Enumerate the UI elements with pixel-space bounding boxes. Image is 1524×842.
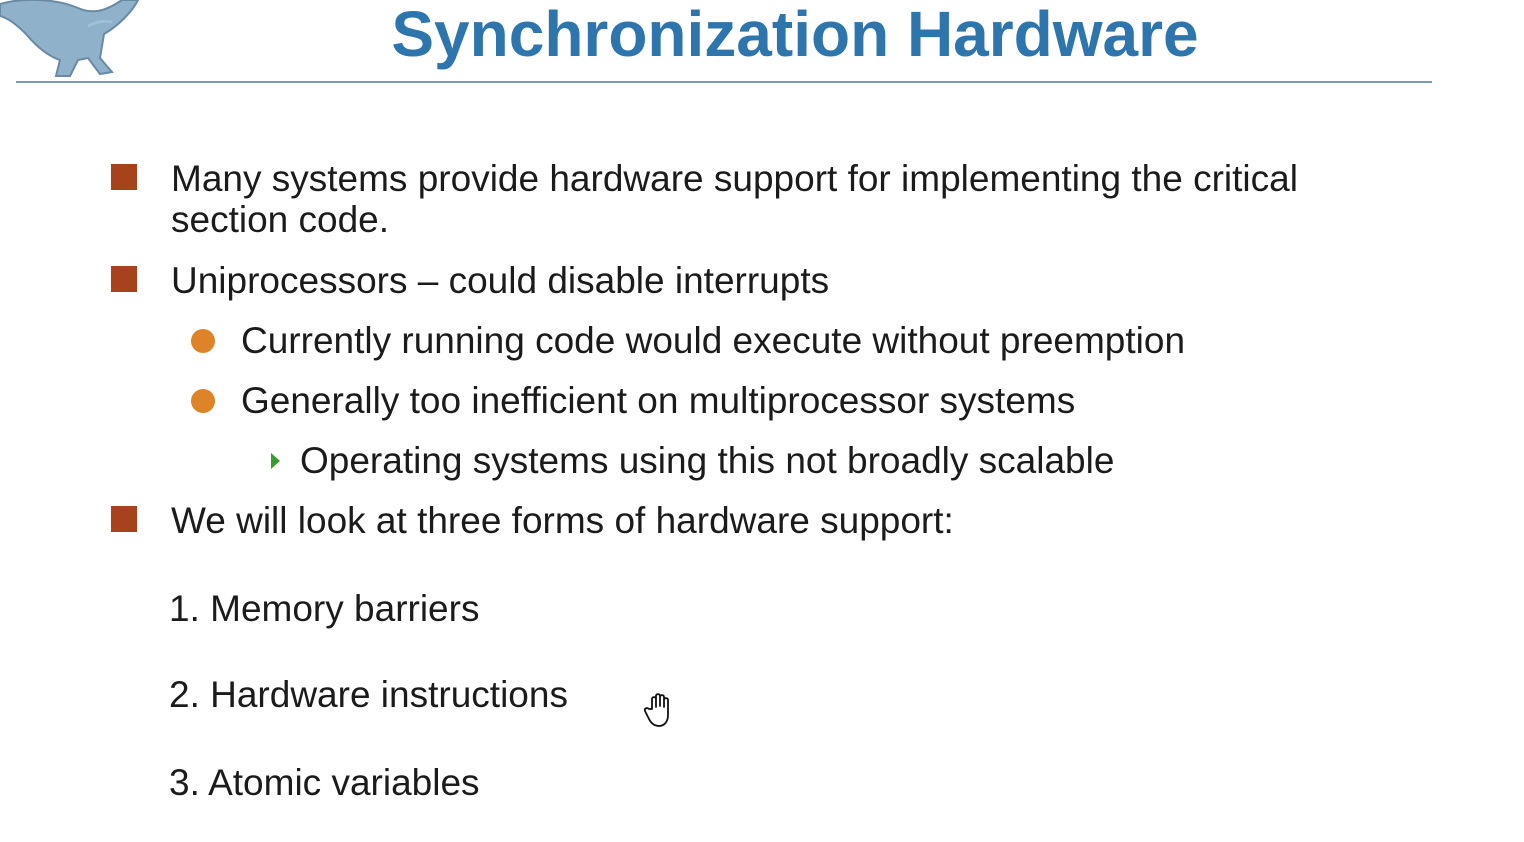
slide: Synchronization Hardware Many systems pr… [0, 0, 1524, 842]
sub-bullet-text: Currently running code would execute wit… [241, 320, 1186, 361]
sub-bullet-inefficient: Generally too inefficient on multiproces… [191, 380, 1076, 421]
square-bullet-icon [111, 164, 137, 190]
sub-bullet-text: Generally too inefficient on multiproces… [241, 380, 1076, 421]
bullet-text: We will look at three forms of hardware … [171, 500, 954, 541]
numbered-item-hardware-instructions: 2. Hardware instructions [169, 674, 568, 715]
bullet-hardware-support: Many systems provide hardware support fo… [111, 158, 1321, 240]
bullet-three-forms: We will look at three forms of hardware … [111, 500, 1321, 541]
sub-bullet-no-preemption: Currently running code would execute wit… [191, 320, 1186, 361]
arrow-bullet-icon [271, 453, 280, 469]
slide-title: Synchronization Hardware [391, 0, 1199, 70]
square-bullet-icon [111, 506, 137, 532]
bullet-uniprocessors: Uniprocessors – could disable interrupts [111, 260, 1321, 301]
square-bullet-icon [111, 266, 137, 292]
numbered-item-memory-barriers: 1. Memory barriers [169, 588, 480, 629]
bullet-text: Many systems provide hardware support fo… [171, 158, 1298, 240]
title-divider [16, 81, 1432, 83]
hand-pointer-cursor-icon [643, 693, 669, 727]
bullet-text: Uniprocessors – could disable interrupts [171, 260, 830, 301]
sub-sub-bullet-not-scalable: Operating systems using this not broadly… [271, 440, 1115, 481]
sub-sub-bullet-text: Operating systems using this not broadly… [300, 440, 1115, 481]
numbered-item-atomic-variables: 3. Atomic variables [169, 762, 480, 803]
dot-bullet-icon [191, 389, 215, 413]
dot-bullet-icon [191, 329, 215, 353]
